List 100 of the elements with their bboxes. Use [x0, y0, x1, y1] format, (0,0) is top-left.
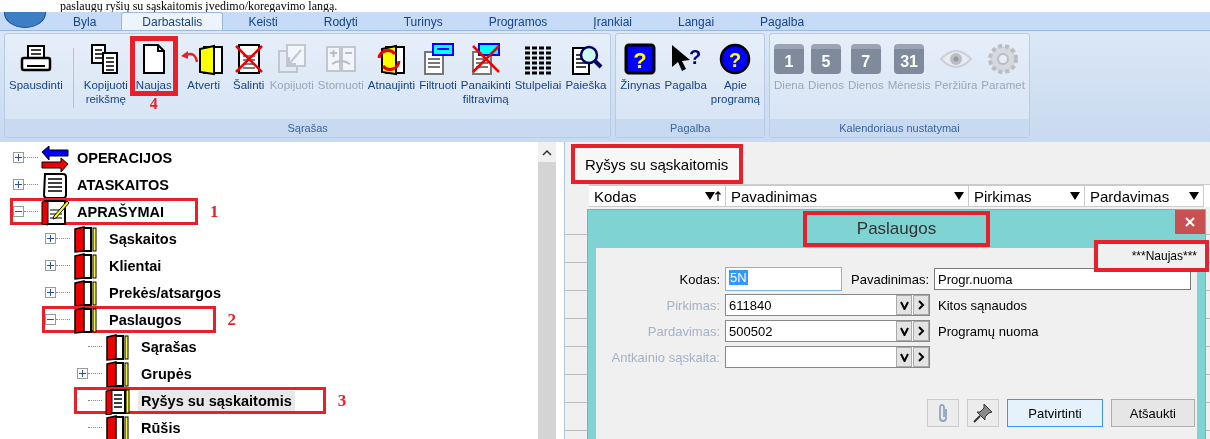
ribbon-button[interactable]: Atnaujinti [365, 40, 418, 92]
tree-item[interactable]: Paslaugos [42, 306, 216, 333]
callout-number: 3 [337, 390, 347, 411]
column-header[interactable]: Kodas [589, 185, 726, 207]
field-label: Pardavimas: [646, 323, 721, 339]
column-header[interactable]: Pavadinimas [726, 185, 969, 207]
scrollbar[interactable] [538, 142, 556, 439]
expand-icon[interactable] [13, 179, 24, 190]
expand-icon[interactable] [77, 368, 88, 379]
ribbon-tab[interactable]: Turinys [382, 12, 464, 30]
ribbon-button[interactable]: Stulpeliai [512, 40, 564, 92]
field-label: Antkainio sąskaita: [610, 349, 721, 365]
ribbon-tab[interactable]: Programos [467, 12, 569, 30]
arrows-icon [40, 143, 70, 172]
column-title: Pardavimas [1090, 187, 1170, 205]
column-title: Pavadinimas [731, 187, 817, 205]
scroll-icon [40, 170, 70, 199]
filter-icon[interactable] [1070, 190, 1080, 202]
ribbon-button[interactable]: ? Apie programą [708, 40, 762, 106]
chevron-down-icon[interactable] [899, 300, 909, 310]
open-button[interactable] [913, 321, 929, 341]
ribbon-tab[interactable]: Rodyti [302, 12, 379, 30]
paperclip-icon [937, 403, 950, 423]
tree-item[interactable]: Grupės [74, 360, 202, 387]
dropdown-button[interactable] [896, 321, 912, 341]
name-field[interactable]: Progr.nuoma [934, 268, 1192, 290]
chevron-right-icon[interactable] [917, 326, 925, 336]
pin-button[interactable] [967, 399, 1000, 427]
tree-item[interactable]: OPERACIJOS [10, 144, 183, 171]
chevron-down-icon[interactable] [899, 352, 909, 362]
dialog-button[interactable]: Patvirtinti [1007, 399, 1103, 427]
ribbon-button[interactable]: Šalinti [229, 40, 268, 92]
ribbon-tab[interactable]: Byla [52, 12, 118, 30]
calendar-day-number: 5 [821, 54, 831, 69]
callout-arrow [180, 51, 198, 63]
account-lookup-field[interactable] [725, 346, 930, 368]
column-header[interactable]: Pirkimas [969, 185, 1085, 207]
tree-item[interactable]: Sąrašas [74, 333, 207, 360]
ribbon-tab[interactable]: Langai [657, 12, 736, 30]
account-description: Programų nuoma [938, 323, 1039, 339]
calendar-day-number: 7 [861, 54, 871, 69]
collapse-icon[interactable] [45, 314, 56, 325]
close-button[interactable] [1175, 210, 1205, 234]
ribbon-button[interactable]: Filtruoti [417, 40, 459, 92]
account-lookup-field[interactable]: 611840 [725, 294, 930, 316]
callout-number: 2 [227, 309, 237, 330]
expand-icon[interactable] [13, 152, 24, 163]
open-button[interactable] [913, 295, 929, 315]
ribbon-button[interactable]: Kopijuoti reikšmę [81, 40, 130, 106]
tree-item[interactable]: Sąskaitos [42, 225, 187, 252]
account-lookup-field[interactable]: 500502 [725, 320, 930, 342]
chevron-down-icon[interactable] [899, 326, 909, 336]
open-button[interactable] [913, 347, 929, 367]
chevron-right-icon[interactable] [917, 352, 925, 362]
field-label: Pavadinimas: [851, 271, 931, 287]
ribbon-button[interactable]: Spausdinti [7, 40, 65, 92]
ribbon-tab[interactable]: Įrankiai [572, 12, 653, 30]
dropdown-button[interactable] [896, 295, 912, 315]
ribbon-button[interactable]: Atverti [177, 40, 230, 92]
book-pencil-icon [40, 197, 70, 226]
ribbon-group-title: Pagalba [616, 119, 764, 137]
gear-icon [986, 42, 1021, 76]
filter-sort-icon[interactable] [705, 190, 721, 202]
pushpin-icon [972, 402, 995, 424]
ribbon-group-title: Kalendoriaus nustatymai [770, 119, 1029, 137]
document-tab[interactable]: Ryšys su sąskaitomis [571, 144, 744, 184]
column-title: Kodas [594, 187, 637, 205]
filter-icon[interactable] [1189, 190, 1199, 202]
scroll-up-icon[interactable] [542, 148, 552, 156]
expand-icon[interactable] [45, 287, 56, 298]
ribbon-button[interactable]: ? Žinynas [618, 40, 663, 92]
help-circle-icon: ? [718, 42, 753, 76]
dialog-button[interactable]: Atšaukti [1110, 399, 1195, 427]
tree-item[interactable]: Prekės/atsargos [42, 279, 232, 306]
chevron-right-icon[interactable] [917, 300, 925, 310]
field-label: Pirkimas: [665, 297, 721, 313]
tree-item[interactable]: Klientai [42, 252, 172, 279]
ribbon-button[interactable]: ? Pagalba [662, 40, 709, 92]
calendar-day-number: 31 [900, 54, 918, 69]
callout-number: 1 [210, 201, 219, 222]
tree-item[interactable]: ATASKAITOS [10, 171, 179, 198]
account-description: Kitos sąnaudos [938, 297, 1027, 313]
tree-item[interactable]: Ryšys su sąskaitomis [74, 387, 326, 414]
tree-item[interactable]: Rūšis [74, 414, 191, 439]
ribbon-button[interactable]: Panaikinti filtravimą [458, 40, 513, 106]
expand-icon[interactable] [45, 233, 56, 244]
ribbon-tab[interactable]: Keisti [227, 12, 299, 30]
column-header[interactable]: Pardavimas [1085, 185, 1204, 207]
ribbon-button[interactable]: Paieška [563, 40, 609, 92]
expand-icon[interactable] [45, 260, 56, 271]
tree-item[interactable]: APRAŠYMAI [10, 198, 198, 225]
dropdown-button[interactable] [896, 347, 912, 367]
ribbon-tab[interactable]: Pagalba [739, 12, 826, 30]
calendar-day-number: 1 [784, 54, 794, 69]
close-icon[interactable] [1185, 217, 1195, 227]
help-book-icon: ? [623, 42, 658, 76]
dialog-title: Paslaugos [802, 211, 991, 247]
collapse-icon[interactable] [13, 206, 24, 217]
ribbon-tab[interactable]: Darbastalis [121, 12, 224, 30]
filter-icon[interactable] [954, 190, 964, 202]
